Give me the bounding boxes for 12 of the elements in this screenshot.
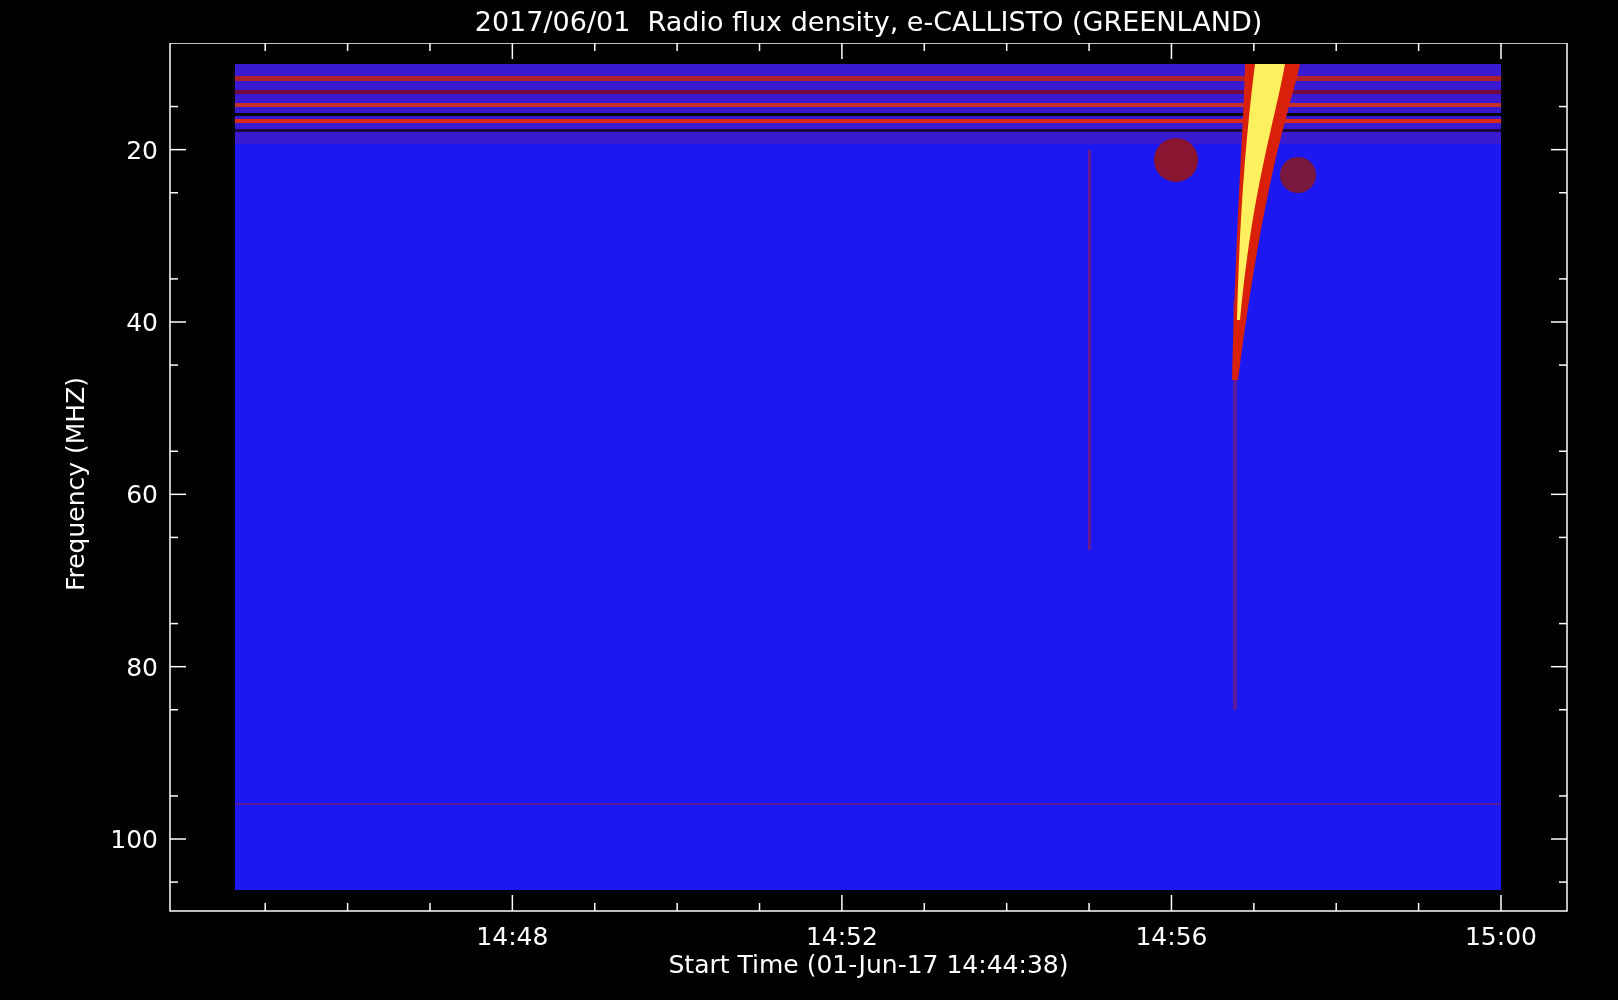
x-axis-title: Start Time (01-Jun-17 14:44:38) <box>668 952 1069 977</box>
y-tick-label: 40 <box>126 308 158 337</box>
x-tick-label: 14:56 <box>1135 922 1208 950</box>
y-axis-title: Frequency (MHZ) <box>61 376 90 592</box>
y-tick-label: 100 <box>110 825 158 854</box>
y-tick-label: 80 <box>126 652 158 682</box>
y-tick-label: 60 <box>126 480 158 510</box>
x-tick-label: 14:48 <box>476 922 549 950</box>
y-tick-label: 20 <box>126 135 158 165</box>
plot-title: 2017/06/01 Radio flux density, e-CALLISTO (GREENLAND) <box>474 8 1263 35</box>
x-tick-label: 15:00 <box>1464 922 1537 950</box>
x-tick-label: 14:52 <box>805 922 878 950</box>
